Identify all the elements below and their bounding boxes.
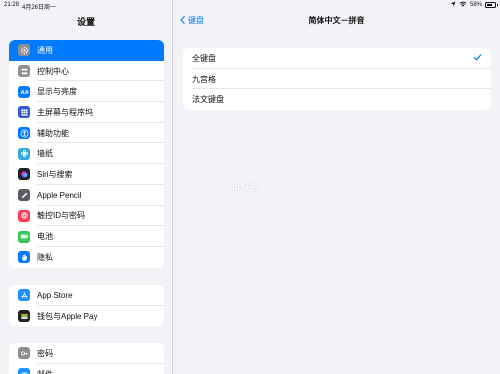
battery-icon: [485, 2, 498, 8]
chevron-left-icon: [180, 15, 185, 26]
sidebar-item-label: 钱包与Apple Pay: [37, 311, 98, 321]
sidebar-item-accessibility[interactable]: 辅助功能: [9, 123, 164, 144]
settings-group-accounts: 密码 邮件: [9, 343, 164, 374]
back-button-label: 键盘: [188, 16, 204, 25]
settings-group-store: App Store 钱包与Apple Pay: [9, 285, 164, 327]
wallpaper-icon: [18, 147, 30, 160]
sidebar-item-label: 辅助功能: [37, 128, 69, 138]
sidebar-item-label: 触控ID与密码: [37, 211, 85, 221]
sidebar-item-label: 隐私: [37, 252, 53, 262]
split-divider: [172, 0, 173, 374]
pencil-icon: [18, 189, 30, 202]
control-center-icon: [18, 65, 30, 78]
sidebar-item-label: 密码: [37, 348, 53, 358]
hand-icon: [18, 251, 30, 264]
sidebar-item-home-screen[interactable]: 主屏幕与程序坞: [9, 102, 164, 123]
location-icon: [450, 1, 456, 9]
option-label: 九宫格: [192, 74, 216, 84]
sidebar-item-label: 主屏幕与程序坞: [37, 107, 93, 117]
sidebar-item-apple-pencil[interactable]: Apple Pencil: [9, 185, 164, 206]
sidebar-item-label: 邮件: [37, 369, 53, 374]
display-icon: AA: [18, 85, 30, 98]
back-button[interactable]: 键盘: [180, 15, 204, 26]
home-screen-icon: [18, 106, 30, 119]
svg-text:AA: AA: [20, 90, 29, 96]
keyboard-layout-options: 全键盘 九宫格 法文键盘: [183, 48, 491, 111]
app-store-icon: [18, 289, 30, 302]
page-title: 简体中文－拼音: [308, 16, 365, 25]
sidebar-item-app-store[interactable]: App Store: [9, 285, 164, 306]
sidebar-item-label: 通用: [37, 45, 53, 55]
wallet-icon: [18, 310, 30, 323]
sidebar-item-general[interactable]: 通用: [9, 40, 164, 61]
option-full-keyboard[interactable]: 全键盘: [183, 48, 491, 69]
checkmark-icon: [473, 53, 482, 62]
wifi-icon: [459, 1, 467, 9]
detail-nav-bar: 简体中文－拼音 键盘: [173, 10, 500, 30]
sidebar-item-wallpaper[interactable]: 墙纸: [9, 143, 164, 165]
sidebar-item-display[interactable]: AA 显示与亮度: [9, 81, 164, 103]
siri-icon: [18, 168, 30, 181]
gear-icon: [18, 44, 30, 57]
sidebar-item-label: 墙纸: [37, 149, 53, 159]
battery-percentage: 58%: [469, 2, 482, 8]
sidebar-item-control-center[interactable]: 控制中心: [9, 61, 164, 82]
sidebar-item-mail[interactable]: 邮件: [9, 364, 164, 374]
watermark: dr红书: [232, 182, 260, 192]
battery-setting-icon: [18, 230, 30, 243]
settings-group-general: 通用 控制中心 AA 显示与亮度 主屏幕与程序坞 辅助功能 墙纸 Siri与搜索…: [9, 40, 164, 268]
option-french-keyboard[interactable]: 法文键盘: [183, 89, 491, 110]
sidebar-item-siri[interactable]: Siri与搜索: [9, 164, 164, 185]
mail-icon: [18, 368, 30, 374]
sidebar-item-battery[interactable]: 电池: [9, 226, 164, 247]
sidebar-item-label: App Store: [37, 290, 73, 300]
sidebar-item-label: 控制中心: [37, 66, 69, 76]
sidebar-item-label: 显示与亮度: [37, 87, 77, 97]
sidebar-title: 设置: [76, 17, 95, 27]
sidebar-item-privacy[interactable]: 隐私: [9, 247, 164, 268]
sidebar-item-passwords[interactable]: 密码: [9, 343, 164, 364]
sidebar-item-wallet[interactable]: 钱包与Apple Pay: [9, 306, 164, 327]
settings-sidebar: 设置 通用 控制中心 AA 显示与亮度 主屏幕与程序坞 辅助功能 墙纸 Siri…: [0, 0, 172, 374]
sidebar-item-label: 电池: [37, 232, 53, 242]
option-nine-grid[interactable]: 九宫格: [183, 69, 491, 90]
fingerprint-icon: [18, 209, 30, 222]
sidebar-item-label: Apple Pencil: [37, 190, 82, 200]
status-indicators: 58%: [450, 1, 498, 9]
sidebar-item-label: Siri与搜索: [37, 169, 73, 179]
key-icon: [18, 347, 30, 360]
accessibility-icon: [18, 127, 30, 140]
option-label: 法文键盘: [192, 95, 224, 105]
sidebar-item-touch-id[interactable]: 触控ID与密码: [9, 206, 164, 227]
option-label: 全键盘: [192, 53, 216, 63]
